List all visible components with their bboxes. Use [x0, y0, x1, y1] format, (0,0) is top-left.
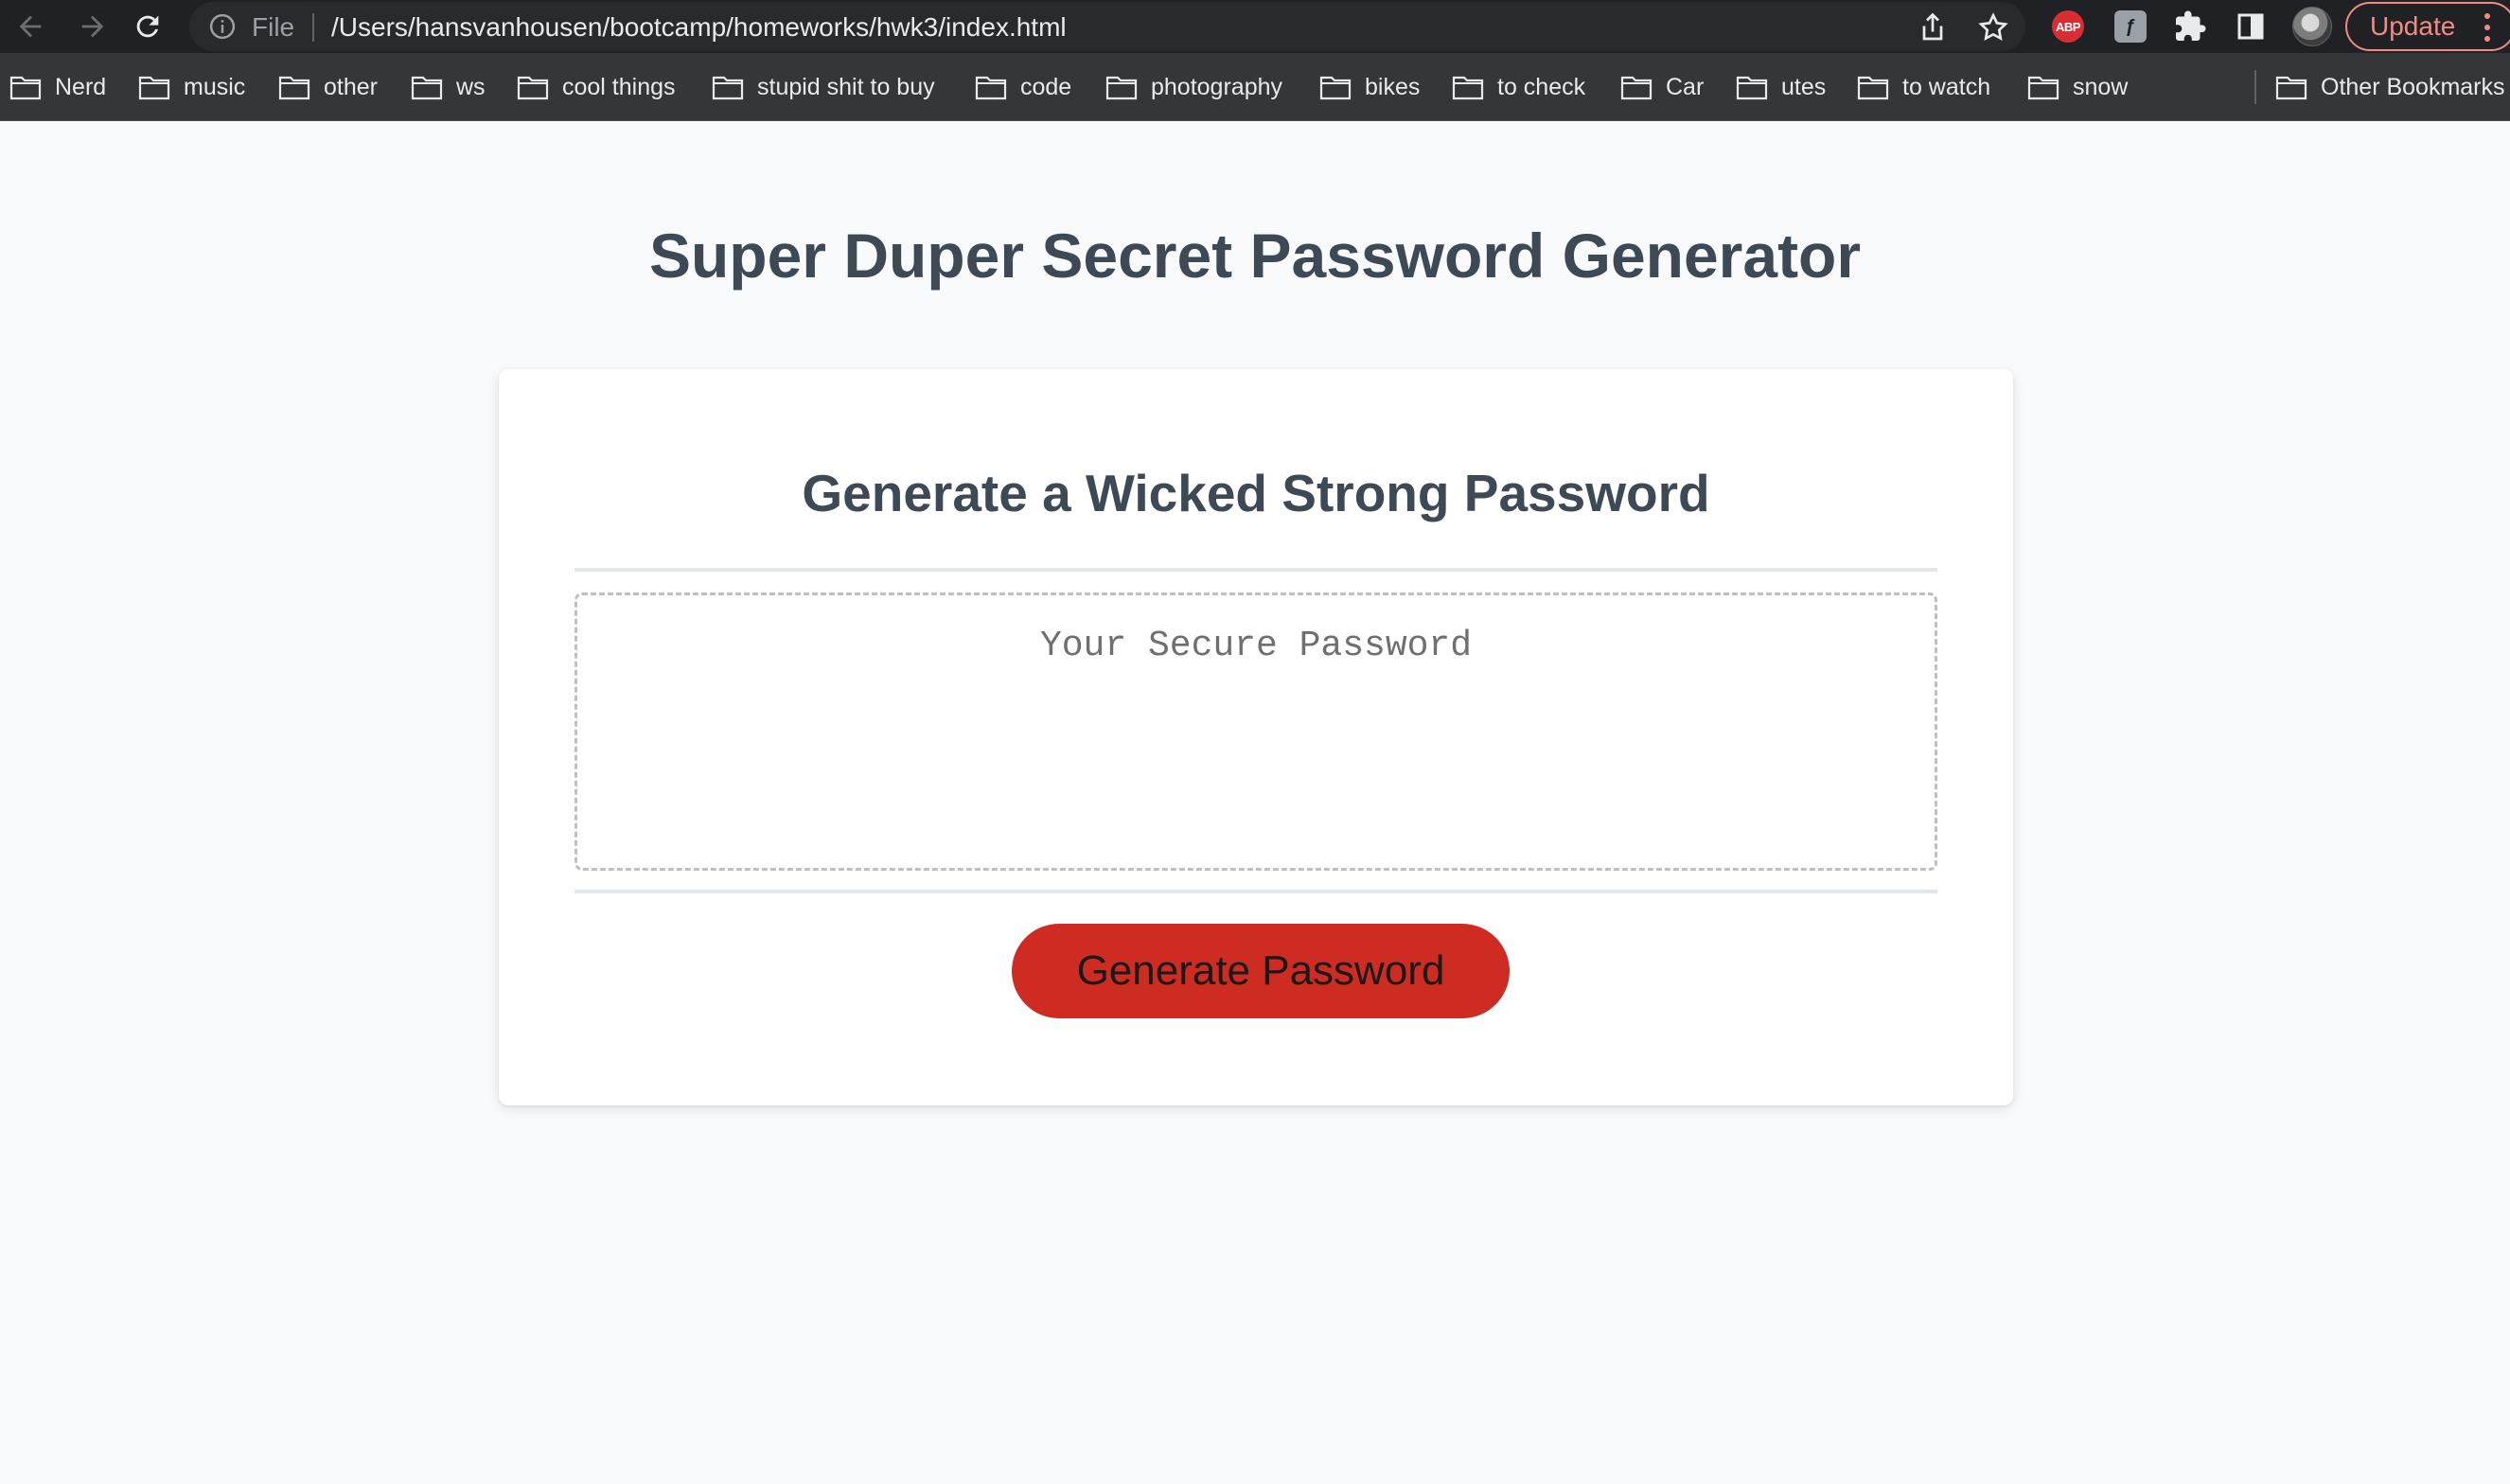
folder-icon — [712, 76, 744, 100]
folder-icon — [975, 76, 1007, 100]
adblock-extension-icon[interactable]: ABP — [2052, 10, 2084, 43]
forward-button[interactable] — [72, 6, 114, 47]
browser-toolbar: File /Users/hansvanhousen/bootcamp/homew… — [0, 0, 2510, 53]
bookmarks-divider — [2254, 70, 2256, 104]
folder-icon — [2275, 76, 2307, 100]
address-bar[interactable]: File /Users/hansvanhousen/bootcamp/homew… — [189, 2, 2025, 51]
folder-icon — [1736, 76, 1768, 100]
bookmark-folder-code[interactable]: code — [975, 68, 1071, 106]
folder-icon — [1452, 76, 1484, 100]
forward-icon — [81, 15, 104, 38]
generate-password-button[interactable]: Generate Password — [1012, 924, 1510, 1018]
kebab-menu-icon[interactable] — [2483, 13, 2491, 42]
update-label: Update — [2370, 11, 2456, 41]
other-bookmarks-folder[interactable]: Other Bookmarks — [2275, 68, 2505, 106]
profile-avatar[interactable] — [2292, 7, 2332, 46]
bookmark-label: ws — [456, 73, 486, 100]
bookmark-label: stupid shit to buy — [757, 73, 935, 100]
update-button[interactable]: Update — [2345, 2, 2510, 51]
folder-icon — [138, 76, 170, 100]
folder-icon — [1620, 76, 1653, 100]
bookmark-label: bikes — [1365, 73, 1421, 100]
folder-icon — [2027, 76, 2059, 100]
bookmark-label: photography — [1151, 73, 1283, 100]
reload-button[interactable] — [127, 6, 168, 47]
folder-icon — [517, 76, 549, 100]
bookmarks-bar: Nerd music other ws cool things stupid s… — [0, 53, 2510, 121]
url-separator — [312, 13, 314, 42]
bookmark-folder-cool-things[interactable]: cool things — [517, 68, 676, 106]
bookmark-folder-utes[interactable]: utes — [1736, 68, 1826, 106]
bookmark-folder-stupid-shit-to-buy[interactable]: stupid shit to buy — [712, 68, 935, 106]
bookmark-folder-to-check[interactable]: to check — [1452, 68, 1585, 106]
bookmark-label: Nerd — [55, 73, 107, 100]
bookmark-folder-music[interactable]: music — [138, 68, 245, 106]
folder-icon — [9, 76, 42, 100]
side-panel-icon — [2237, 13, 2264, 40]
card-header-divider — [574, 568, 1937, 572]
folder-icon — [1105, 76, 1138, 100]
extensions-button[interactable] — [2173, 9, 2207, 44]
password-output-field[interactable] — [574, 592, 1937, 871]
bookmark-label: snow — [2073, 73, 2129, 100]
url-scheme-label: File — [252, 12, 295, 42]
folder-icon — [1319, 76, 1352, 100]
bookmark-label: Car — [1666, 73, 1705, 100]
side-panel-button[interactable] — [2234, 9, 2268, 44]
folder-icon — [411, 76, 443, 100]
bookmark-star-button[interactable] — [1976, 10, 2010, 44]
bookmark-folder-other[interactable]: other — [278, 68, 378, 106]
bookmark-folder-to-watch[interactable]: to watch — [1857, 68, 1990, 106]
bookmark-label: other — [324, 73, 378, 100]
bookmark-label: music — [184, 73, 246, 100]
url-text[interactable]: /Users/hansvanhousen/bootcamp/homeworks/… — [331, 13, 1067, 42]
bookmark-folder-bikes[interactable]: bikes — [1319, 68, 1420, 106]
bookmark-folder-ws[interactable]: ws — [411, 68, 486, 106]
card-footer-divider — [574, 890, 1937, 893]
password-card: Generate a Wicked Strong Password Genera… — [499, 369, 2013, 1105]
info-icon[interactable] — [208, 12, 237, 41]
card-title: Generate a Wicked Strong Password — [802, 464, 1710, 522]
bookmark-folder-photography[interactable]: photography — [1105, 68, 1282, 106]
bookmark-folder-snow[interactable]: snow — [2027, 68, 2128, 106]
bookmark-label: utes — [1781, 73, 1827, 100]
bookmark-label: Other Bookmarks — [2321, 73, 2505, 100]
extension-icon[interactable]: ƒ — [2114, 10, 2147, 43]
bookmark-folder-car[interactable]: Car — [1620, 68, 1704, 106]
star-icon — [1978, 12, 2008, 42]
back-button[interactable] — [9, 6, 51, 47]
bookmark-label: code — [1020, 73, 1072, 100]
puzzle-icon — [2176, 10, 2206, 41]
bookmark-label: cool things — [562, 73, 676, 100]
folder-icon — [1857, 76, 1889, 100]
share-icon — [1922, 12, 1943, 41]
bookmark-label: to watch — [1902, 73, 1991, 100]
folder-icon — [278, 76, 310, 100]
bookmark-label: to check — [1497, 73, 1586, 100]
bookmark-folder-nerd[interactable]: Nerd — [9, 68, 106, 106]
share-button[interactable] — [1916, 10, 1950, 44]
reload-icon — [136, 15, 159, 38]
back-icon — [19, 15, 42, 38]
page-title: Super Duper Secret Password Generator — [648, 221, 1862, 291]
